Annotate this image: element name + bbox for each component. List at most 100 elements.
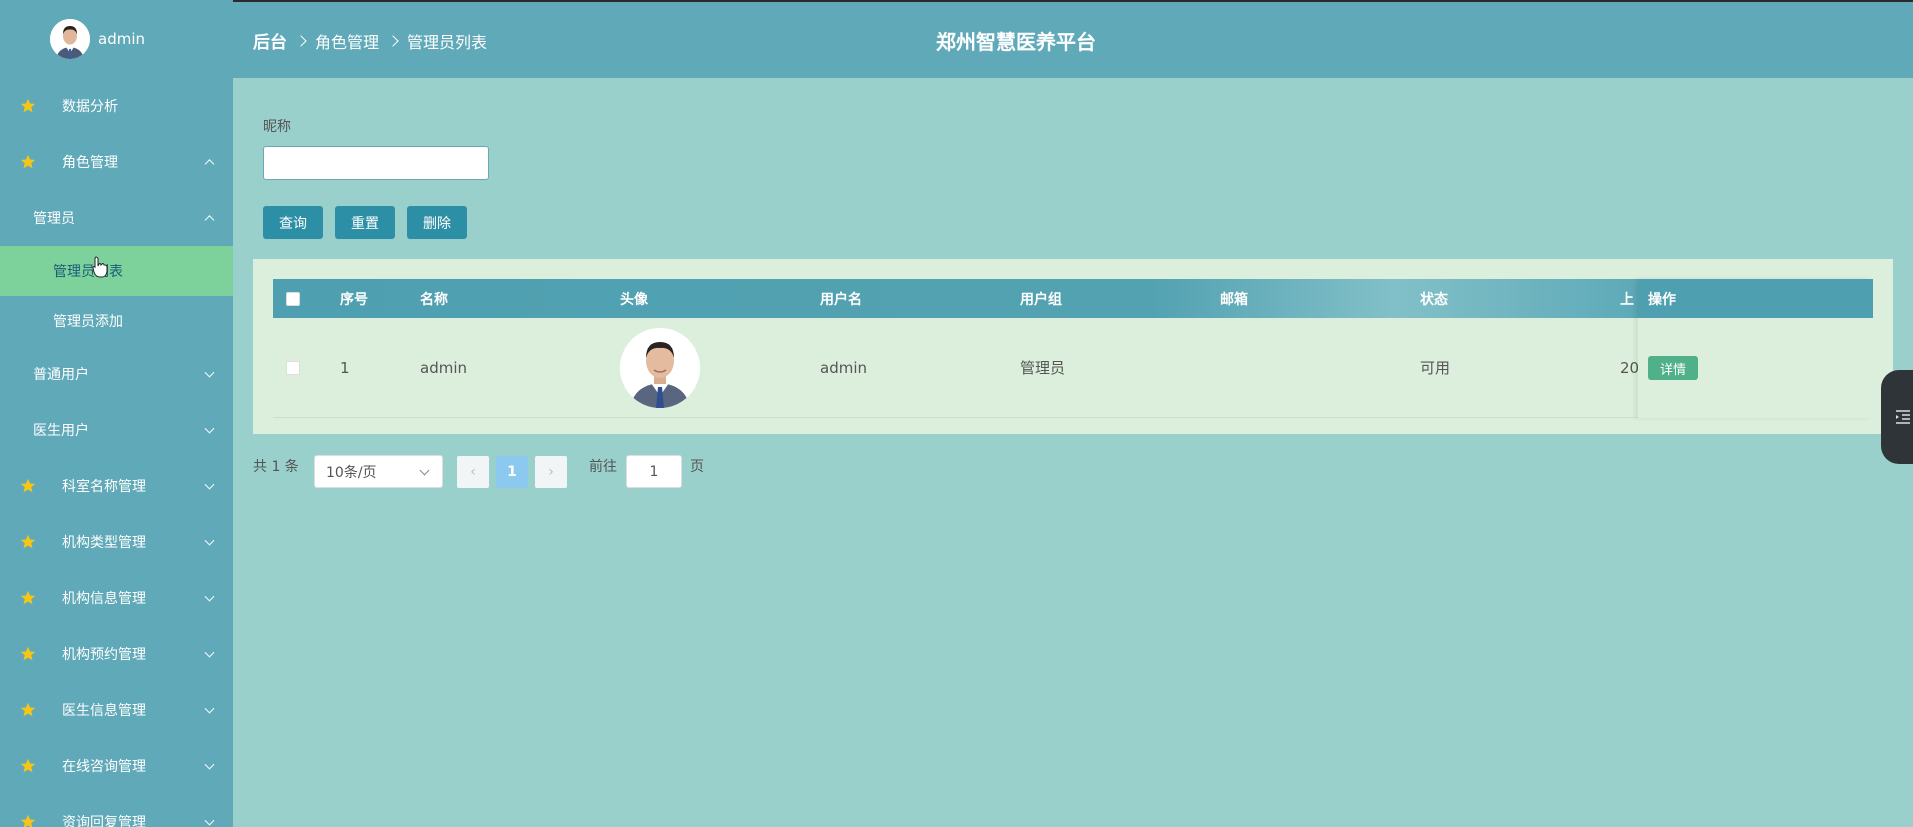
table-row: 1 admin admin 管理员 可用 20 xyxy=(273,318,1873,418)
goto-page-input[interactable]: 1 xyxy=(626,455,682,488)
star-icon xyxy=(20,702,36,717)
chevron-down-icon xyxy=(204,591,215,602)
sidebar-item[interactable]: 普通用户 xyxy=(0,346,233,402)
chevron-down-icon xyxy=(204,703,215,714)
site-title: 郑州智慧医养平台 xyxy=(936,30,1096,54)
star-icon xyxy=(20,154,36,169)
search-label: 昵称 xyxy=(263,119,291,135)
sidebar-user[interactable]: admin xyxy=(0,0,233,78)
star-icon xyxy=(20,590,36,605)
chevron-down-icon xyxy=(204,647,215,658)
sidebar-item-label: 在线咨询管理 xyxy=(62,759,146,775)
star-icon xyxy=(20,534,36,549)
chevron-right-icon: › xyxy=(548,464,554,480)
cell-username: admin xyxy=(820,358,867,377)
column-header: 头像 xyxy=(620,291,648,308)
sidebar-item-label: 医生信息管理 xyxy=(62,703,146,719)
star-icon xyxy=(20,814,36,827)
user-name: admin xyxy=(98,30,145,48)
sidebar-item[interactable]: 数据分析 xyxy=(0,78,233,134)
chevron-up-icon xyxy=(204,159,215,170)
column-header: 名称 xyxy=(420,291,448,308)
chevron-down-icon xyxy=(204,479,215,490)
next-page-button[interactable]: › xyxy=(535,456,567,488)
column-header: 状态 xyxy=(1420,291,1448,308)
reset-button[interactable]: 重置 xyxy=(335,206,395,239)
list-indent-icon xyxy=(1896,410,1910,424)
sidebar-item[interactable]: 机构信息管理 xyxy=(0,570,233,626)
floating-menu-toggle[interactable] xyxy=(1881,370,1913,464)
chevron-down-icon xyxy=(204,759,215,770)
sidebar-item[interactable]: 管理员列表 xyxy=(0,246,233,296)
row-avatar xyxy=(620,327,700,408)
goto-label: 前往 xyxy=(589,459,617,475)
user-avatar xyxy=(50,19,90,59)
sidebar-item-label: 资询回复管理 xyxy=(62,815,146,827)
chevron-down-icon xyxy=(204,815,215,826)
table-header: 序号 名称 头像 用户名 用户组 邮箱 状态 上 xyxy=(273,279,1873,318)
column-header: 序号 xyxy=(340,291,368,308)
pagination-total: 共 1 条 xyxy=(253,459,299,475)
sidebar-item[interactable]: 机构类型管理 xyxy=(0,514,233,570)
select-all-checkbox[interactable] xyxy=(286,279,300,318)
chevron-left-icon: ‹ xyxy=(470,464,476,480)
top-bar: 后台 角色管理 管理员列表 郑州智慧医养平台 xyxy=(233,0,1913,78)
sidebar-item-label: 管理员列表 xyxy=(53,264,123,280)
prev-page-button[interactable]: ‹ xyxy=(457,456,489,488)
main-content: 昵称 查询 重置 删除 序号 名称 头像 用户名 用户组 邮箱 状态 上 1 a… xyxy=(233,78,1913,827)
sidebar-item[interactable]: 管理员添加 xyxy=(0,296,233,346)
nickname-search-input[interactable] xyxy=(263,146,489,180)
cell-index: 1 xyxy=(340,358,350,377)
page-number-button[interactable]: 1 xyxy=(496,456,528,488)
cell-truncated: 20 xyxy=(1620,358,1640,377)
sidebar-item-label: 角色管理 xyxy=(62,155,118,171)
chevron-down-icon xyxy=(204,535,215,546)
page-size-select[interactable]: 10条/页 xyxy=(314,455,443,488)
sidebar-item-label: 数据分析 xyxy=(62,99,118,115)
star-icon xyxy=(20,758,36,773)
sidebar-menu: 数据分析角色管理管理员管理员列表管理员添加普通用户医生用户科室名称管理 机构类型管… xyxy=(0,78,233,827)
star-icon xyxy=(20,646,36,661)
sidebar-item[interactable]: 机构预约管理 xyxy=(0,626,233,682)
mouse-cursor-icon xyxy=(92,256,108,278)
sidebar-item[interactable]: 科室名称管理 xyxy=(0,458,233,514)
column-header: 上 xyxy=(1620,291,1634,308)
star-icon xyxy=(20,98,36,113)
chevron-down-icon xyxy=(204,423,215,434)
sidebar-item-label: 机构类型管理 xyxy=(62,535,146,551)
page-suffix: 页 xyxy=(690,459,704,475)
sidebar-item-label: 机构信息管理 xyxy=(62,591,146,607)
cell-name: admin xyxy=(420,358,467,377)
cell-avatar xyxy=(620,318,700,417)
sidebar-item[interactable]: 管理员 xyxy=(0,190,233,246)
sidebar-item[interactable]: 医生信息管理 xyxy=(0,682,233,738)
detail-button[interactable]: 详情 xyxy=(1648,356,1699,380)
sidebar-item-label: 管理员添加 xyxy=(53,314,123,330)
chevron-up-icon xyxy=(204,215,215,226)
page-size-value: 10条/页 xyxy=(326,464,377,481)
column-header: 操作 xyxy=(1638,279,1873,318)
data-table: 序号 名称 头像 用户名 用户组 邮箱 状态 上 1 admin admin 管… xyxy=(253,259,1893,434)
cell-group: 管理员 xyxy=(1020,359,1066,377)
operation-column: 操作 详情 xyxy=(1638,279,1873,418)
sidebar: admin 数据分析角色管理管理员管理员列表管理员添加普通用户医生用户科室名称管… xyxy=(0,0,233,827)
chevron-down-icon xyxy=(204,367,215,378)
sidebar-item[interactable]: 医生用户 xyxy=(0,402,233,458)
sidebar-item-label: 普通用户 xyxy=(33,367,89,383)
sidebar-item[interactable]: 角色管理 xyxy=(0,134,233,190)
sidebar-item-label: 管理员 xyxy=(33,211,75,227)
sidebar-item-label: 医生用户 xyxy=(33,423,89,439)
sidebar-item[interactable]: 在线咨询管理 xyxy=(0,738,233,794)
star-icon xyxy=(20,478,36,493)
sidebar-item[interactable]: 资询回复管理 xyxy=(0,794,233,827)
delete-button[interactable]: 删除 xyxy=(407,206,467,239)
row-checkbox[interactable] xyxy=(286,318,300,417)
cell-status: 可用 xyxy=(1420,359,1451,377)
sidebar-item-label: 科室名称管理 xyxy=(62,479,146,495)
column-header: 用户组 xyxy=(1020,291,1062,308)
column-header: 用户名 xyxy=(820,291,862,308)
chevron-down-icon xyxy=(419,465,430,476)
query-button[interactable]: 查询 xyxy=(263,206,323,239)
sidebar-item-label: 机构预约管理 xyxy=(62,647,146,663)
column-header: 邮箱 xyxy=(1220,291,1248,308)
